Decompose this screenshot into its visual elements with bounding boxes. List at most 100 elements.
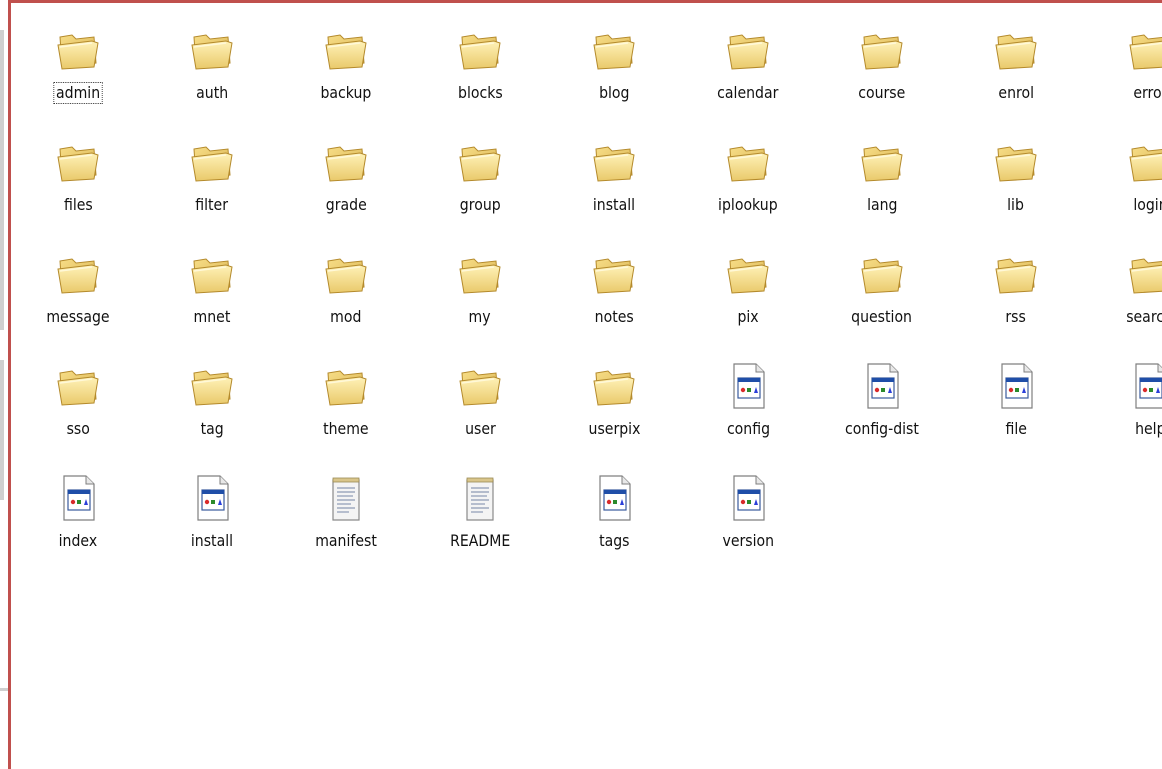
folder-icon [188,25,236,75]
folder-item-group[interactable]: group [413,119,547,231]
folder-icon [322,249,370,299]
folder-item-lang[interactable]: lang [815,119,949,231]
folder-item-theme[interactable]: theme [279,343,413,455]
item-label: auth [195,83,228,102]
folder-icon [456,137,504,187]
item-label: manifest [315,531,377,550]
folder-item-mnet[interactable]: mnet [145,231,279,343]
item-label: theme [323,419,369,438]
folder-icon [724,25,772,75]
text-file-icon [456,473,504,523]
file-item-readme[interactable]: README [413,455,547,567]
file-item-manifest[interactable]: manifest [279,455,413,567]
folder-item-blog[interactable]: blog [547,7,681,119]
folder-item-question[interactable]: question [815,231,949,343]
left-edge-strip-mid [0,360,4,500]
folder-item-backup[interactable]: backup [279,7,413,119]
folder-item-iplookup[interactable]: iplookup [681,119,815,231]
item-label: blocks [457,83,503,102]
item-label: message [46,307,110,326]
folder-icon [858,249,906,299]
php-file-icon [992,361,1040,411]
folder-item-admin[interactable]: admin [11,7,145,119]
file-item-config-dist[interactable]: config-dist [815,343,949,455]
folder-item-install[interactable]: install [547,119,681,231]
folder-icon [1126,137,1162,187]
item-label: mod [330,307,362,326]
folder-item-blocks[interactable]: blocks [413,7,547,119]
item-label: help [1134,419,1162,438]
item-label: search [1126,307,1162,326]
folder-item-grade[interactable]: grade [279,119,413,231]
folder-item-user[interactable]: user [413,343,547,455]
folder-icon [54,25,102,75]
php-file-icon [1126,361,1162,411]
left-edge-strip-top [0,30,4,330]
item-label: tags [598,531,630,550]
item-label: backup [320,83,372,102]
folder-item-enrol[interactable]: enrol [949,7,1083,119]
php-file-icon [724,473,772,523]
item-label: config-dist [845,419,919,438]
folder-item-sso[interactable]: sso [11,343,145,455]
folder-item-lib[interactable]: lib [949,119,1083,231]
item-label: version [722,531,774,550]
item-label: mnet [193,307,231,326]
item-label: login [1132,195,1162,214]
folder-item-my[interactable]: my [413,231,547,343]
item-label: admin [53,82,103,104]
file-list-pane[interactable]: admin auth backup blocks blog calendar c… [8,0,1162,769]
item-label: install [592,195,636,214]
folder-icon [992,25,1040,75]
icon-grid: admin auth backup blocks blog calendar c… [11,3,1162,567]
folder-item-course[interactable]: course [815,7,949,119]
item-label: user [464,419,496,438]
php-file-icon [724,361,772,411]
folder-item-mod[interactable]: mod [279,231,413,343]
item-label: blog [598,83,630,102]
php-file-icon [188,473,236,523]
file-item-config[interactable]: config [681,343,815,455]
item-label: rss [1005,307,1027,326]
item-label: course [858,83,906,102]
folder-icon [590,249,638,299]
folder-icon [322,361,370,411]
folder-icon [992,137,1040,187]
folder-item-files[interactable]: files [11,119,145,231]
folder-item-login[interactable]: login [1083,119,1162,231]
folder-icon [54,361,102,411]
folder-item-auth[interactable]: auth [145,7,279,119]
folder-icon [992,249,1040,299]
folder-icon [188,361,236,411]
file-item-tags[interactable]: tags [547,455,681,567]
folder-item-userpix[interactable]: userpix [547,343,681,455]
file-item-help[interactable]: help [1083,343,1162,455]
folder-item-tag[interactable]: tag [145,343,279,455]
folder-item-calendar[interactable]: calendar [681,7,815,119]
folder-item-pix[interactable]: pix [681,231,815,343]
item-label: lang [866,195,898,214]
folder-item-rss[interactable]: rss [949,231,1083,343]
folder-icon [590,137,638,187]
folder-item-filter[interactable]: filter [145,119,279,231]
item-label: tag [200,419,224,438]
file-item-install[interactable]: install [145,455,279,567]
file-item-file[interactable]: file [949,343,1083,455]
item-label: notes [594,307,634,326]
item-label: files [63,195,93,214]
folder-item-message[interactable]: message [11,231,145,343]
folder-icon [456,25,504,75]
folder-icon [1126,25,1162,75]
folder-icon [724,137,772,187]
folder-item-search[interactable]: search [1083,231,1162,343]
folder-item-error[interactable]: error [1083,7,1162,119]
item-label: install [190,531,234,550]
folder-icon [322,137,370,187]
folder-item-notes[interactable]: notes [547,231,681,343]
file-item-index[interactable]: index [11,455,145,567]
item-label: calendar [717,83,779,102]
php-file-icon [590,473,638,523]
item-label: filter [195,195,229,214]
file-item-version[interactable]: version [681,455,815,567]
folder-icon [858,137,906,187]
